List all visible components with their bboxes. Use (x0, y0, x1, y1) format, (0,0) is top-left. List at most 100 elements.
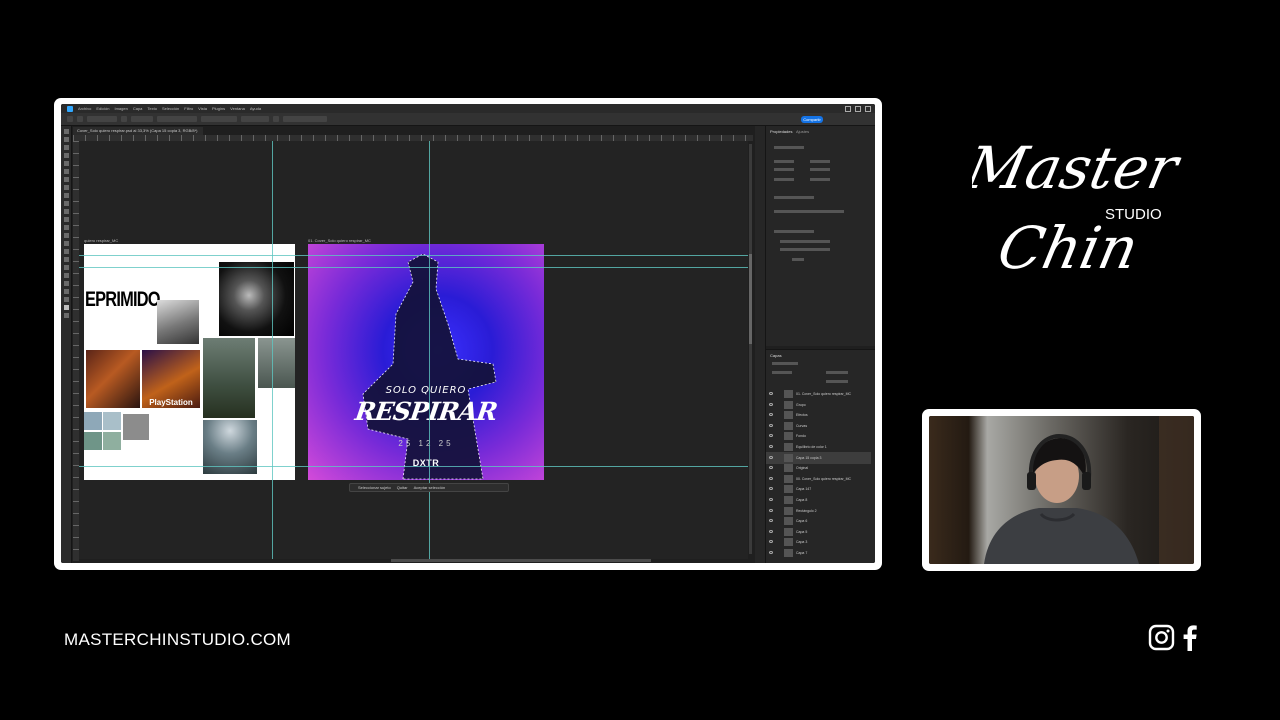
hand-tool-icon[interactable] (63, 281, 69, 286)
menu-item[interactable]: Selección (162, 106, 179, 111)
option-dropdown[interactable] (283, 116, 327, 122)
property-field[interactable] (774, 230, 814, 233)
visibility-eye-icon[interactable] (769, 498, 773, 501)
guide-line[interactable] (272, 141, 273, 559)
visibility-eye-icon[interactable] (769, 445, 773, 448)
blend-mode-dropdown[interactable] (772, 371, 792, 374)
path-select-tool-icon[interactable] (63, 265, 69, 270)
menu-item[interactable]: Capa (133, 106, 143, 111)
facebook-icon[interactable] (1183, 624, 1197, 651)
align-row[interactable] (774, 210, 844, 213)
menu-item[interactable]: Edición (96, 106, 109, 111)
gradient-tool-icon[interactable] (63, 225, 69, 230)
option-dropdown[interactable] (87, 116, 117, 122)
visibility-eye-icon[interactable] (769, 402, 773, 406)
stamp-tool-icon[interactable] (63, 201, 69, 206)
instagram-icon[interactable] (1148, 624, 1175, 651)
action-button[interactable] (780, 240, 830, 243)
visibility-eye-icon[interactable] (769, 466, 773, 470)
visibility-eye-icon[interactable] (769, 423, 773, 427)
menu-item[interactable]: Ayuda (250, 106, 261, 111)
property-field[interactable] (810, 160, 830, 163)
visibility-eye-icon[interactable] (769, 529, 773, 533)
home-icon[interactable] (67, 116, 73, 122)
tab-adjustments[interactable]: Ajustes (796, 129, 809, 134)
visibility-eye-icon[interactable] (769, 455, 773, 459)
option-button[interactable] (241, 116, 269, 122)
property-field[interactable] (774, 168, 794, 171)
guide-line[interactable] (79, 267, 748, 268)
deselect-button[interactable]: Quitar (397, 485, 408, 490)
maximize-icon[interactable] (855, 106, 861, 112)
menu-item[interactable]: Vista (198, 106, 207, 111)
option-dropdown[interactable] (157, 116, 197, 122)
menu-item[interactable]: Archivo (78, 106, 91, 111)
visibility-eye-icon[interactable] (769, 508, 773, 512)
window-controls[interactable] (845, 106, 871, 112)
select-subject-button[interactable]: Seleccionar sujeto (358, 485, 391, 490)
frame-tool-icon[interactable] (63, 169, 69, 174)
guide-line[interactable] (79, 255, 748, 256)
option-toggle[interactable] (121, 116, 127, 122)
visibility-eye-icon[interactable] (769, 540, 773, 544)
tab-layers[interactable]: Capas (770, 353, 782, 358)
color-swatch-icon[interactable] (63, 305, 69, 310)
visibility-eye-icon[interactable] (769, 476, 773, 480)
property-field[interactable] (810, 168, 830, 171)
quick-mask-icon[interactable] (63, 313, 69, 318)
contextual-task-bar[interactable]: Seleccionar sujeto Quitar Aceptar selecc… (349, 483, 509, 492)
history-brush-icon[interactable] (63, 209, 69, 214)
blur-tool-icon[interactable] (63, 233, 69, 238)
crop-tool-icon[interactable] (63, 161, 69, 166)
property-field[interactable] (774, 146, 804, 149)
move-tool-icon[interactable] (63, 129, 69, 134)
property-field[interactable] (774, 160, 794, 163)
opacity-field[interactable] (826, 371, 848, 374)
type-tool-icon[interactable] (63, 257, 69, 262)
zoom-tool-icon[interactable] (63, 289, 69, 294)
cover-artboard[interactable]: SOLO QUIERO RESPIRAR 25 12 25 DXTR (308, 244, 544, 480)
option-toggle[interactable] (273, 116, 279, 122)
share-button[interactable]: Compartir (801, 116, 823, 123)
menu-item[interactable]: Ventana (230, 106, 245, 111)
more-tools-icon[interactable] (63, 297, 69, 302)
cover-artboard-label[interactable]: 01. Cover_Solo quiero respirar_MC (308, 238, 371, 243)
guide-line[interactable] (79, 466, 748, 467)
visibility-eye-icon[interactable] (769, 392, 773, 395)
menu-item[interactable]: Imagen (114, 106, 127, 111)
website-url[interactable]: MASTERCHINSTUDIO.COM (64, 630, 291, 650)
layer-row[interactable]: Capa 7 (766, 547, 871, 559)
eyedropper-tool-icon[interactable] (63, 177, 69, 182)
healing-tool-icon[interactable] (63, 185, 69, 190)
dodge-tool-icon[interactable] (63, 241, 69, 246)
minimize-icon[interactable] (845, 106, 851, 112)
visibility-eye-icon[interactable] (769, 487, 773, 491)
move-tool-icon[interactable] (77, 116, 83, 122)
menu-item[interactable]: Texto (147, 106, 157, 111)
shape-tool-icon[interactable] (63, 273, 69, 278)
action-link[interactable] (792, 258, 804, 261)
visibility-eye-icon[interactable] (769, 551, 773, 554)
option-dropdown[interactable] (201, 116, 237, 122)
option-dropdown[interactable] (131, 116, 153, 122)
vertical-scrollbar[interactable] (749, 144, 752, 554)
object-select-tool-icon[interactable] (63, 153, 69, 158)
property-field[interactable] (774, 178, 794, 181)
menu-item[interactable]: Filtro (184, 106, 193, 111)
layer-filter-field[interactable] (772, 362, 798, 365)
visibility-eye-icon[interactable] (769, 519, 773, 523)
visibility-eye-icon[interactable] (769, 413, 773, 417)
tab-properties[interactable]: Propiedades (770, 129, 792, 134)
finish-selection-button[interactable]: Aceptar selección (414, 485, 446, 490)
eraser-tool-icon[interactable] (63, 217, 69, 222)
guide-line[interactable] (429, 141, 430, 559)
visibility-eye-icon[interactable] (769, 434, 773, 438)
brush-tool-icon[interactable] (63, 193, 69, 198)
property-field[interactable] (774, 196, 814, 199)
pen-tool-icon[interactable] (63, 249, 69, 254)
marquee-tool-icon[interactable] (63, 137, 69, 142)
close-icon[interactable] (865, 106, 871, 112)
action-button[interactable] (780, 248, 830, 251)
fill-field[interactable] (826, 380, 848, 383)
lasso-tool-icon[interactable] (63, 145, 69, 150)
